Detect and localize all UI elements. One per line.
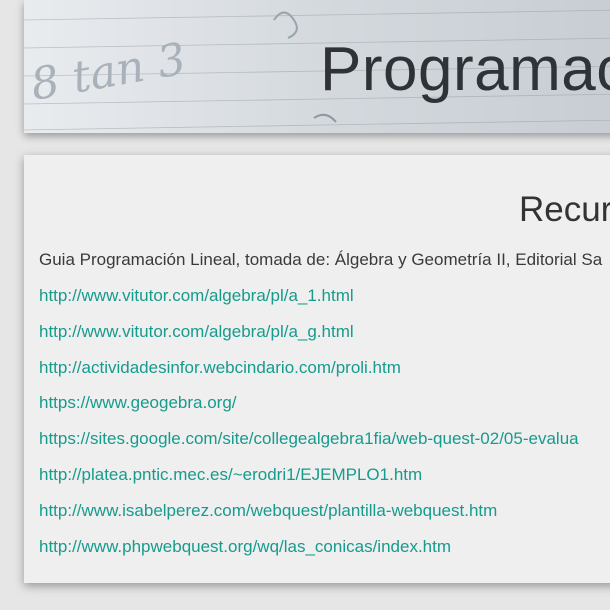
resource-link[interactable]: https://sites.google.com/site/collegealg… (39, 428, 579, 464)
resource-link-list: http://www.vitutor.com/algebra/pl/a_1.ht… (39, 285, 579, 571)
resource-link[interactable]: http://www.vitutor.com/algebra/pl/a_g.ht… (39, 321, 579, 357)
resource-link[interactable]: http://platea.pntic.mec.es/~erodri1/EJEM… (39, 464, 579, 500)
resource-link[interactable]: http://actividadesinfor.webcindario.com/… (39, 357, 579, 393)
resources-heading: Recur (519, 190, 610, 229)
resources-card: Recur Guia Programación Lineal, tomada d… (24, 155, 610, 583)
resource-link[interactable]: https://www.geogebra.org/ (39, 392, 579, 428)
resource-link[interactable]: http://www.isabelperez.com/webquest/plan… (39, 500, 579, 536)
resource-description: Guia Programación Lineal, tomada de: Álg… (39, 250, 603, 269)
resource-link[interactable]: http://www.vitutor.com/algebra/pl/a_1.ht… (39, 285, 579, 321)
page-title: Programac (320, 35, 610, 104)
resource-link[interactable]: http://www.phpwebquest.org/wq/las_conica… (39, 536, 579, 572)
hero-banner: 8 tan 3 Programac (24, 0, 610, 133)
